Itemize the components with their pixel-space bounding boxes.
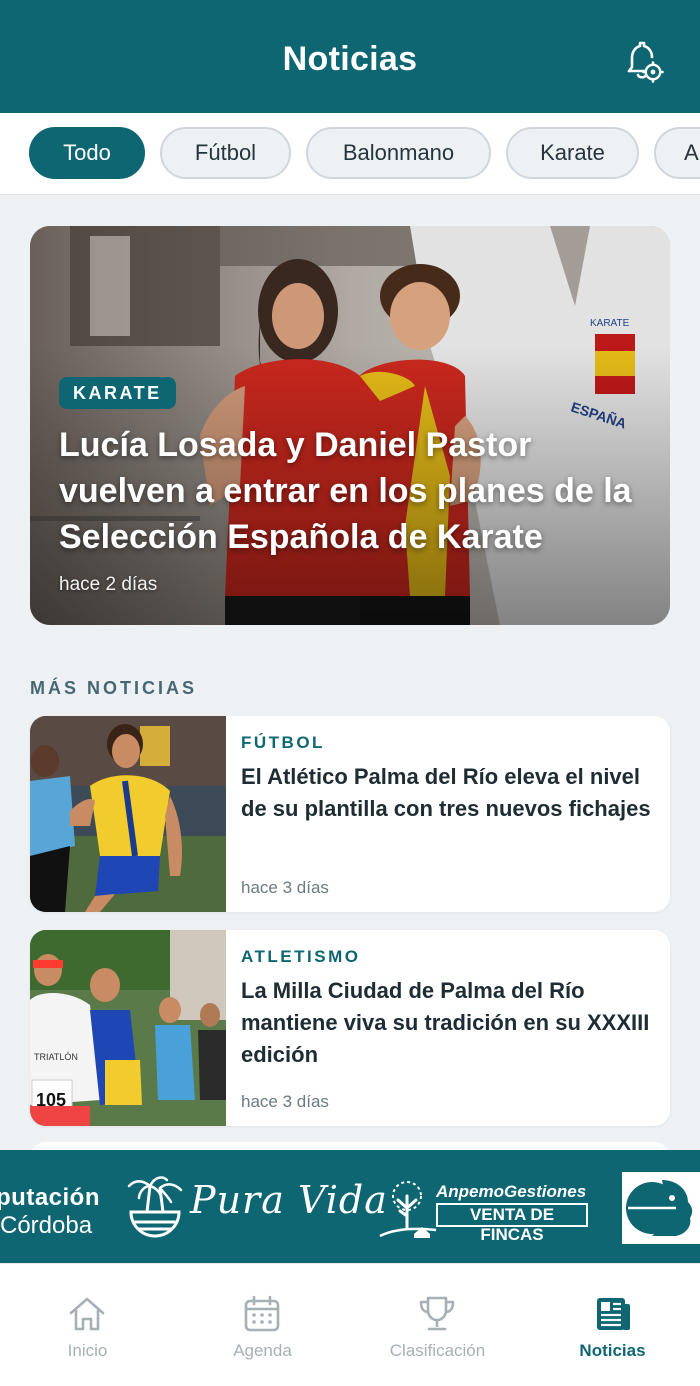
palm-sun-logo-icon bbox=[127, 1176, 183, 1238]
sponsor-puravida: Pura Vida bbox=[190, 1178, 388, 1222]
news-thumbnail-futbol bbox=[30, 716, 226, 912]
bottom-navigation: Inicio Agenda Clasificación Noticias bbox=[0, 1263, 700, 1386]
nav-label-noticias: Noticias bbox=[579, 1341, 646, 1360]
featured-time: hace 2 días bbox=[59, 574, 158, 595]
nav-label-agenda: Agenda bbox=[233, 1341, 292, 1360]
filter-chip-balonmano[interactable]: Balonmano bbox=[306, 127, 491, 179]
filter-chip-futbol[interactable]: Fútbol bbox=[160, 127, 291, 179]
nav-item-clasificacion[interactable]: Clasificación bbox=[350, 1264, 525, 1386]
sponsors-banner[interactable]: putación Córdoba Pura Vida AnpemoGestion… bbox=[0, 1150, 700, 1263]
home-icon bbox=[69, 1297, 105, 1331]
filter-chip-partial[interactable]: A bbox=[654, 127, 700, 179]
nav-label-inicio: Inicio bbox=[67, 1341, 108, 1360]
section-label-more-news: MÁS NOTICIAS bbox=[30, 678, 198, 698]
news-time: hace 3 días bbox=[241, 878, 329, 897]
nav-item-agenda[interactable]: Agenda bbox=[175, 1264, 350, 1386]
sponsor-anpemo-line2: VENTA DE FINCAS bbox=[436, 1203, 588, 1244]
news-card-futbol[interactable]: FÚTBOL El Atlético Palma del Río eleva e… bbox=[30, 716, 670, 912]
bell-settings-icon bbox=[627, 41, 664, 83]
featured-title: Lucía Losada y Daniel Pastor vuelven a e… bbox=[59, 426, 632, 556]
page-title: Noticias bbox=[282, 40, 418, 78]
app-header: Noticias bbox=[0, 0, 700, 113]
newspaper-icon bbox=[597, 1298, 630, 1330]
news-category: FÚTBOL bbox=[241, 733, 325, 752]
svg-text:TRIATLÓN: TRIATLÓN bbox=[34, 1052, 78, 1062]
news-thumbnail-atletismo: TRIATLÓN 105 bbox=[30, 930, 226, 1126]
featured-news-card[interactable]: KARATE ESPAÑA KARATE Lucía Losada y Dani… bbox=[30, 226, 670, 625]
news-title: El Atlético Palma del Río eleva el nivel… bbox=[241, 764, 651, 821]
filter-chip-karate[interactable]: Karate bbox=[506, 127, 639, 179]
category-filter-bar: Todo Fútbol Balonmano Karate A bbox=[0, 113, 700, 195]
news-card-atletismo[interactable]: TRIATLÓN 105 ATLETISMO La Milla Ciudad d… bbox=[30, 930, 670, 1126]
featured-category-badge: KARATE bbox=[59, 377, 176, 409]
calendar-icon bbox=[244, 1295, 280, 1332]
trophy-icon bbox=[419, 1296, 455, 1331]
sponsor-diputacion-line2: Córdoba bbox=[0, 1212, 93, 1239]
news-time: hace 3 días bbox=[241, 1092, 329, 1111]
filter-chip-todo[interactable]: Todo bbox=[29, 127, 145, 179]
nav-item-noticias[interactable]: Noticias bbox=[525, 1264, 700, 1386]
nav-item-inicio[interactable]: Inicio bbox=[0, 1264, 175, 1386]
mascot-logo-icon bbox=[622, 1172, 700, 1244]
sponsor-anpemo-line1: AnpemoGestiones bbox=[436, 1182, 587, 1201]
news-category: ATLETISMO bbox=[241, 947, 361, 966]
notification-settings-button[interactable] bbox=[620, 40, 664, 84]
news-title: La Milla Ciudad de Palma del Río mantien… bbox=[241, 978, 650, 1067]
sponsor-diputacion-line1: putación bbox=[0, 1184, 100, 1211]
nav-label-clasificacion: Clasificación bbox=[389, 1341, 486, 1360]
tree-house-logo-icon bbox=[379, 1181, 437, 1238]
